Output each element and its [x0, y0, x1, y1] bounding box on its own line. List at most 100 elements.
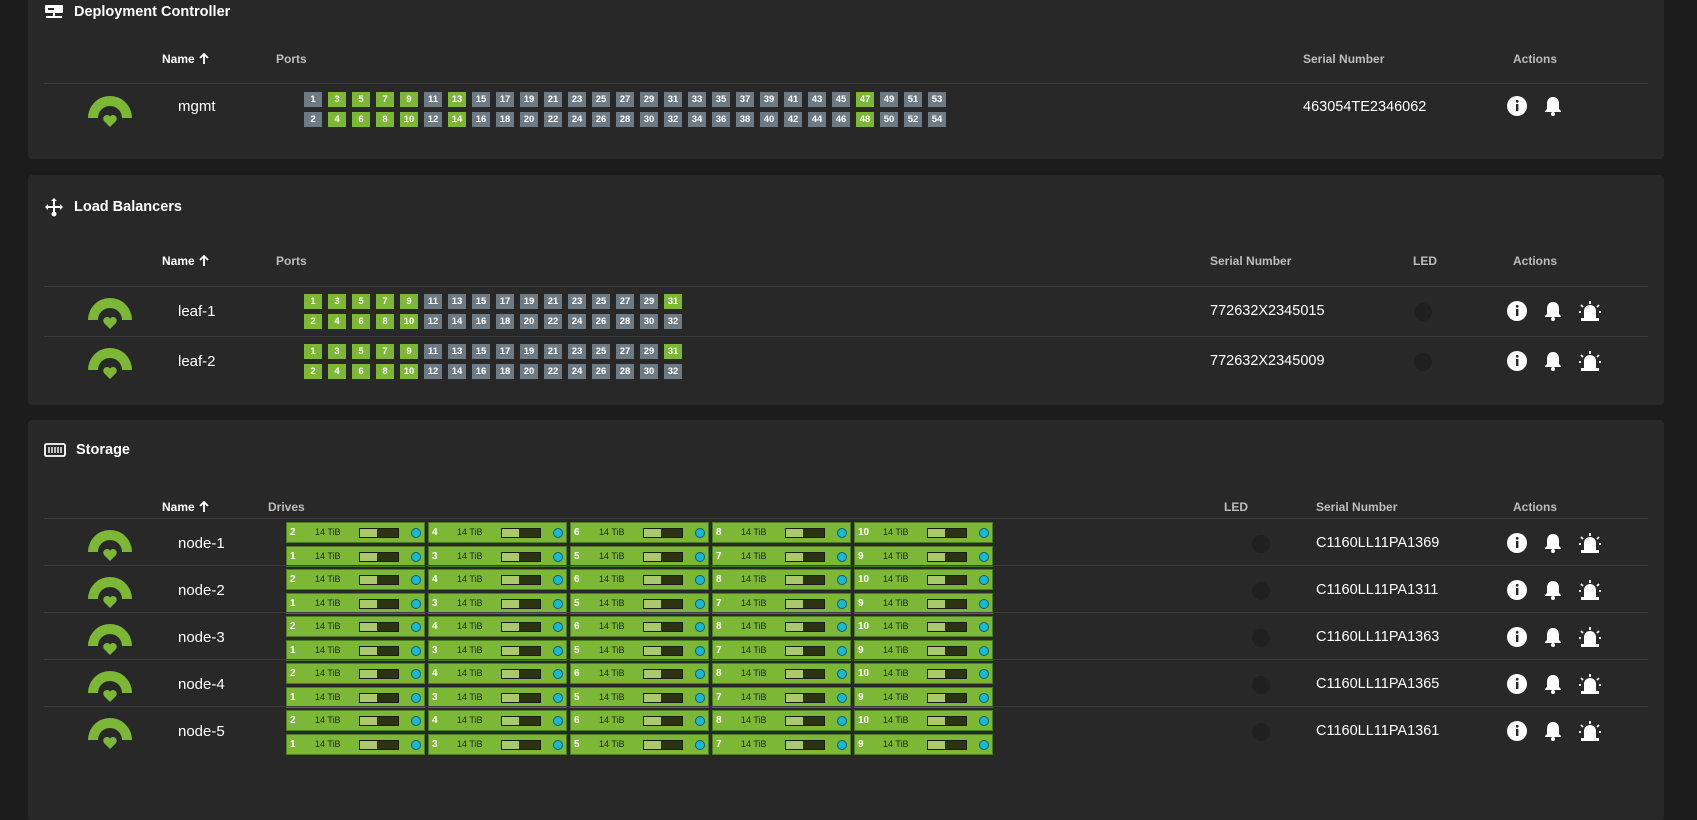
- port-8[interactable]: 8: [376, 112, 394, 127]
- drive-bay-9[interactable]: 9 14 TiB: [854, 640, 993, 661]
- port-1[interactable]: 1: [304, 92, 322, 107]
- info-icon[interactable]: [1506, 626, 1528, 648]
- port-17[interactable]: 17: [496, 294, 514, 309]
- led-indicator[interactable]: [1414, 353, 1432, 371]
- port-3[interactable]: 3: [328, 92, 346, 107]
- info-icon[interactable]: [1506, 579, 1528, 601]
- led-indicator[interactable]: [1414, 303, 1432, 321]
- port-20[interactable]: 20: [520, 112, 538, 127]
- drive-bay-9[interactable]: 9 14 TiB: [854, 687, 993, 708]
- drive-bay-6[interactable]: 6 14 TiB: [570, 616, 709, 637]
- bell-icon[interactable]: [1542, 532, 1564, 554]
- port-5[interactable]: 5: [352, 294, 370, 309]
- port-29[interactable]: 29: [640, 294, 658, 309]
- port-22[interactable]: 22: [544, 364, 562, 379]
- port-23[interactable]: 23: [568, 92, 586, 107]
- drive-bay-8[interactable]: 8 14 TiB: [712, 522, 851, 543]
- port-26[interactable]: 26: [592, 314, 610, 329]
- port-37[interactable]: 37: [736, 92, 754, 107]
- beacon-alarm-icon[interactable]: [1578, 579, 1602, 601]
- drive-bay-5[interactable]: 5 14 TiB: [570, 640, 709, 661]
- port-46[interactable]: 46: [832, 112, 850, 127]
- port-6[interactable]: 6: [352, 314, 370, 329]
- drive-bay-3[interactable]: 3 14 TiB: [428, 593, 567, 614]
- port-29[interactable]: 29: [640, 344, 658, 359]
- port-15[interactable]: 15: [472, 92, 490, 107]
- drive-bay-2[interactable]: 2 14 TiB: [286, 710, 425, 731]
- port-21[interactable]: 21: [544, 294, 562, 309]
- drive-bay-1[interactable]: 1 14 TiB: [286, 546, 425, 567]
- port-4[interactable]: 4: [328, 112, 346, 127]
- port-24[interactable]: 24: [568, 314, 586, 329]
- port-31[interactable]: 31: [664, 294, 682, 309]
- led-indicator[interactable]: [1252, 629, 1270, 647]
- drive-bay-3[interactable]: 3 14 TiB: [428, 734, 567, 755]
- port-11[interactable]: 11: [424, 92, 442, 107]
- port-10[interactable]: 10: [400, 112, 418, 127]
- port-14[interactable]: 14: [448, 112, 466, 127]
- drive-bay-5[interactable]: 5 14 TiB: [570, 734, 709, 755]
- led-indicator[interactable]: [1252, 582, 1270, 600]
- info-icon[interactable]: [1506, 95, 1528, 117]
- port-33[interactable]: 33: [688, 92, 706, 107]
- port-28[interactable]: 28: [616, 364, 634, 379]
- info-icon[interactable]: [1506, 300, 1528, 322]
- beacon-alarm-icon[interactable]: [1578, 532, 1602, 554]
- port-12[interactable]: 12: [424, 364, 442, 379]
- drive-bay-3[interactable]: 3 14 TiB: [428, 687, 567, 708]
- drive-bay-10[interactable]: 10 14 TiB: [854, 569, 993, 590]
- port-52[interactable]: 52: [904, 112, 922, 127]
- port-43[interactable]: 43: [808, 92, 826, 107]
- port-32[interactable]: 32: [664, 314, 682, 329]
- bell-icon[interactable]: [1542, 579, 1564, 601]
- drive-bay-4[interactable]: 4 14 TiB: [428, 569, 567, 590]
- port-1[interactable]: 1: [304, 344, 322, 359]
- drive-bay-2[interactable]: 2 14 TiB: [286, 663, 425, 684]
- drive-bay-7[interactable]: 7 14 TiB: [712, 593, 851, 614]
- port-27[interactable]: 27: [616, 92, 634, 107]
- port-41[interactable]: 41: [784, 92, 802, 107]
- drive-bay-4[interactable]: 4 14 TiB: [428, 522, 567, 543]
- port-31[interactable]: 31: [664, 344, 682, 359]
- port-22[interactable]: 22: [544, 112, 562, 127]
- drive-bay-7[interactable]: 7 14 TiB: [712, 734, 851, 755]
- drive-bay-7[interactable]: 7 14 TiB: [712, 546, 851, 567]
- port-32[interactable]: 32: [664, 112, 682, 127]
- drive-bay-6[interactable]: 6 14 TiB: [570, 710, 709, 731]
- port-1[interactable]: 1: [304, 294, 322, 309]
- port-6[interactable]: 6: [352, 364, 370, 379]
- port-9[interactable]: 9: [400, 294, 418, 309]
- port-7[interactable]: 7: [376, 294, 394, 309]
- port-16[interactable]: 16: [472, 314, 490, 329]
- port-24[interactable]: 24: [568, 112, 586, 127]
- port-21[interactable]: 21: [544, 92, 562, 107]
- port-19[interactable]: 19: [520, 294, 538, 309]
- drive-bay-3[interactable]: 3 14 TiB: [428, 546, 567, 567]
- info-icon[interactable]: [1506, 720, 1528, 742]
- port-51[interactable]: 51: [904, 92, 922, 107]
- port-11[interactable]: 11: [424, 294, 442, 309]
- port-32[interactable]: 32: [664, 364, 682, 379]
- port-2[interactable]: 2: [304, 364, 322, 379]
- port-47[interactable]: 47: [856, 92, 874, 107]
- port-12[interactable]: 12: [424, 314, 442, 329]
- port-3[interactable]: 3: [328, 294, 346, 309]
- port-27[interactable]: 27: [616, 294, 634, 309]
- port-4[interactable]: 4: [328, 314, 346, 329]
- bell-icon[interactable]: [1542, 300, 1564, 322]
- port-18[interactable]: 18: [496, 364, 514, 379]
- beacon-alarm-icon[interactable]: [1578, 350, 1602, 372]
- port-23[interactable]: 23: [568, 344, 586, 359]
- drive-bay-1[interactable]: 1 14 TiB: [286, 593, 425, 614]
- drive-bay-6[interactable]: 6 14 TiB: [570, 522, 709, 543]
- port-30[interactable]: 30: [640, 314, 658, 329]
- port-13[interactable]: 13: [448, 344, 466, 359]
- drive-bay-8[interactable]: 8 14 TiB: [712, 710, 851, 731]
- drive-bay-8[interactable]: 8 14 TiB: [712, 663, 851, 684]
- port-30[interactable]: 30: [640, 364, 658, 379]
- port-48[interactable]: 48: [856, 112, 874, 127]
- info-icon[interactable]: [1506, 673, 1528, 695]
- led-indicator[interactable]: [1252, 723, 1270, 741]
- beacon-alarm-icon[interactable]: [1578, 300, 1602, 322]
- port-23[interactable]: 23: [568, 294, 586, 309]
